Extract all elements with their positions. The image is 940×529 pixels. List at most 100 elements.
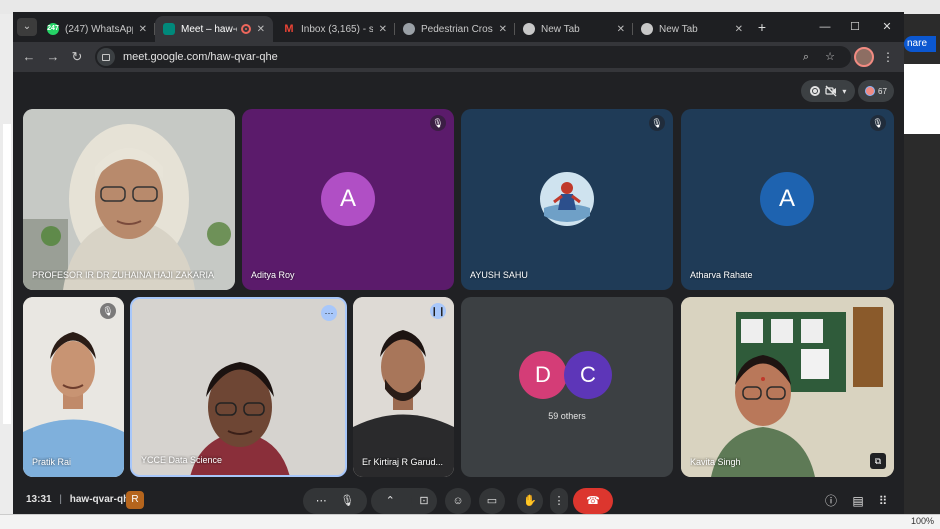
close-tab-icon[interactable]: ✕ (257, 24, 265, 35)
more-vert-icon: ⋮ (553, 495, 565, 507)
tab-search-button[interactable]: ⌄ (17, 18, 37, 36)
participants-count[interactable]: 67 (858, 80, 894, 102)
chrome-icon (641, 23, 653, 35)
apps-grid-icon[interactable]: ⠿ (870, 488, 896, 514)
more-options-button[interactable]: ⋮ (550, 488, 568, 514)
close-tab-icon[interactable]: ✕ (499, 24, 507, 35)
back-icon[interactable]: ← (19, 47, 39, 67)
emoji-button[interactable]: ☺ (445, 488, 471, 514)
tab-title: (247) WhatsApp Bu (65, 23, 133, 35)
captions-button[interactable]: ▭ (479, 488, 505, 514)
tab-pedestrian[interactable]: Pedestrian Crossing ✕ (395, 16, 515, 42)
chevron-up-icon[interactable]: ⌃ (386, 488, 395, 514)
tab-title: Inbox (3,165) - sing (301, 23, 373, 35)
minimize-button[interactable]: — (813, 18, 837, 36)
tab-title: New Tab (659, 23, 698, 35)
present-screen-icon: ⊡ (419, 495, 429, 507)
participant-tile[interactable]: 🎙 AYUSH SAHU (461, 109, 673, 290)
bookmark-star-icon[interactable]: ☆ (821, 48, 839, 66)
close-window-button[interactable]: ✕ (875, 18, 899, 36)
maximize-button[interactable]: ☐ (843, 18, 867, 36)
tab-newtab-1[interactable]: New Tab ✕ (515, 16, 633, 42)
mic-off-icon: 🎙 (870, 115, 886, 131)
participant-name: Kavita Singh (690, 457, 741, 467)
tab-title: Pedestrian Crossing (421, 23, 493, 35)
camera-off-icon (825, 85, 837, 97)
emoji-icon: ☺ (452, 495, 464, 507)
participant-video (23, 297, 124, 477)
others-count: 59 others (548, 411, 586, 421)
avatar (540, 172, 594, 226)
tab-title: Meet – haw-qv (181, 23, 237, 35)
participant-tile[interactable]: 🎙 Pratik Rai (23, 297, 124, 477)
browser-window: ⌄ 247 (247) WhatsApp Bu ✕ Meet – haw-qv … (13, 12, 904, 514)
participant-name: Pratik Rai (32, 457, 72, 467)
participant-tile[interactable]: A 🎙 Aditya Roy (242, 109, 454, 290)
chevron-down-icon: ▾ (842, 86, 847, 96)
zoom-level: 100% (910, 516, 934, 526)
leave-call-button[interactable]: ☎ (573, 488, 613, 514)
more-options-icon[interactable]: ⋯ (321, 305, 337, 321)
participant-count-value: 67 (878, 86, 887, 96)
meet-icon (163, 23, 175, 35)
meeting-time: 13:31 | haw-qvar-qhe (26, 494, 135, 505)
avatar: A (321, 172, 375, 226)
participant-video (353, 297, 454, 477)
raise-hand-button[interactable]: ✋ (517, 488, 543, 514)
chrome-icon (523, 23, 535, 35)
participant-tile[interactable]: ⧉ Kavita Singh (681, 297, 894, 477)
tab-gmail[interactable]: M Inbox (3,165) - sing ✕ (275, 16, 395, 42)
zoom-icon[interactable]: ⌕ (797, 48, 815, 66)
participant-video (132, 299, 345, 475)
reload-icon[interactable]: ↻ (67, 47, 87, 67)
mic-control[interactable]: ⋯ 🎙 (303, 488, 367, 514)
desktop: nare 100% ⌄ 247 (247) WhatsApp Bu ✕ Meet… (0, 0, 940, 529)
present-button[interactable]: ⊡ (411, 488, 437, 514)
picture-in-picture-icon[interactable]: ⧉ (870, 453, 886, 469)
more-mic-options-icon[interactable]: ⋯ (316, 488, 327, 514)
hang-up-icon: ☎ (586, 495, 600, 507)
tab-meet[interactable]: Meet – haw-qv ✕ (155, 16, 273, 42)
mic-off-icon: 🎙 (100, 303, 116, 319)
participant-tile[interactable]: ⋯ YCCE Data Science (130, 297, 347, 477)
browser-toolbar: ← → ↻ meet.google.com/haw-qvar-qhe ⌕ ☆ ⋮ (13, 42, 904, 72)
recording-indicator[interactable]: ▾ (801, 80, 855, 102)
close-tab-icon[interactable]: ✕ (735, 24, 743, 35)
participant-tile[interactable]: A 🎙 Atharva Rahate (681, 109, 894, 290)
address-bar[interactable]: meet.google.com/haw-qvar-qhe ⌕ ☆ (95, 46, 851, 68)
close-tab-icon[interactable]: ✕ (617, 24, 625, 35)
captions-icon: ▭ (486, 495, 498, 507)
participant-video (23, 109, 235, 290)
url-text[interactable]: meet.google.com/haw-qvar-qhe (123, 51, 278, 63)
avatar: A (760, 172, 814, 226)
others-tile[interactable]: D C 59 others (461, 297, 673, 477)
tab-whatsapp[interactable]: 247 (247) WhatsApp Bu ✕ (39, 16, 155, 42)
close-tab-icon[interactable]: ✕ (379, 24, 387, 35)
background-panel (904, 64, 940, 134)
new-tab-button[interactable]: + (753, 18, 771, 36)
participant-video (681, 297, 894, 477)
mic-icon[interactable]: 🎙 (340, 488, 354, 514)
tab-bar: ⌄ 247 (247) WhatsApp Bu ✕ Meet – haw-qv … (13, 12, 904, 42)
profile-avatar[interactable] (854, 47, 874, 67)
tab-newtab-2[interactable]: New Tab ✕ (633, 16, 751, 42)
forward-icon[interactable]: → (43, 47, 63, 67)
participant-name: Er Kirtiraj R Garud... (362, 457, 444, 467)
gmail-icon: M (284, 23, 294, 35)
meet-stage: ▾ 67 PROFESOR IR DR ZUHAINA HAJI ZAKARIA… (13, 72, 904, 514)
participant-name: AYUSH SAHU (470, 270, 528, 280)
chat-icon[interactable]: ▤ (845, 488, 871, 514)
share-button[interactable]: nare (904, 36, 936, 52)
participant-tile[interactable]: ❙❙ Er Kirtiraj R Garud... (353, 297, 454, 477)
site-info-icon[interactable] (97, 48, 115, 66)
browser-menu-icon[interactable]: ⋮ (881, 47, 895, 67)
avatar: D (519, 351, 567, 399)
participant-tile[interactable]: PROFESOR IR DR ZUHAINA HAJI ZAKARIA (23, 109, 235, 290)
recording-icon (809, 86, 820, 96)
tab-title: New Tab (541, 23, 580, 35)
participants-icon (865, 86, 876, 96)
info-icon[interactable]: ⓘ (818, 488, 844, 514)
presenter-badge[interactable]: R (126, 491, 144, 509)
close-tab-icon[interactable]: ✕ (139, 24, 147, 35)
mic-off-icon: 🎙 (649, 115, 665, 131)
